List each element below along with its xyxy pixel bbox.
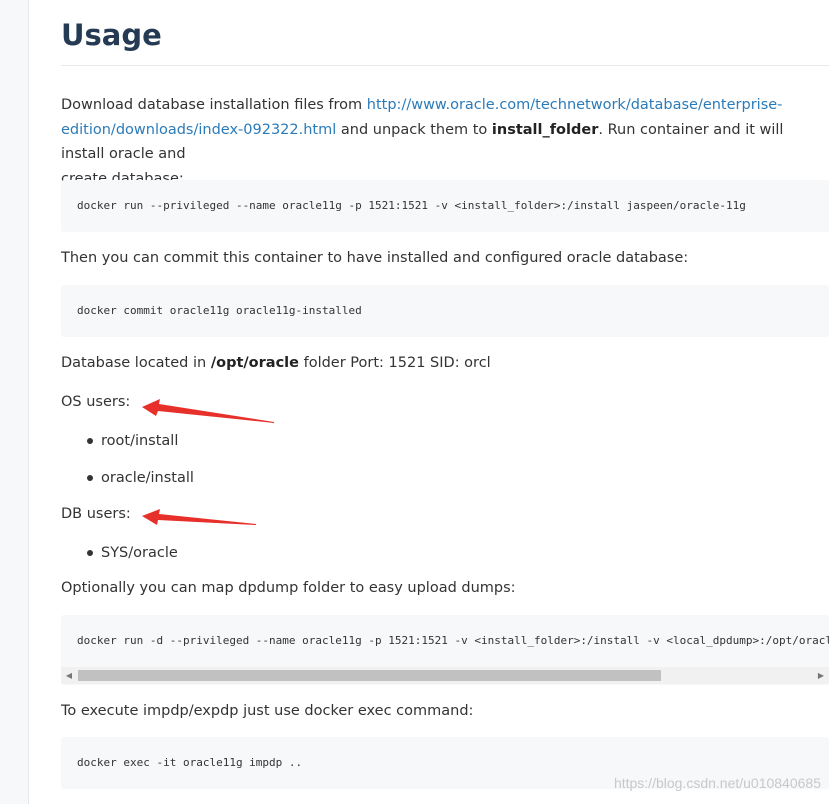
intro-text-mid: and unpack them to (336, 121, 492, 138)
scrollbar-thumb[interactable] (78, 670, 661, 681)
install-folder-bold: install_folder (491, 121, 599, 138)
left-gutter (0, 0, 29, 804)
watermark: https://blog.csdn.net/u010840685 (613, 775, 821, 791)
annotation-arrow-icon (142, 509, 256, 525)
intro-text: Download database installation files fro… (61, 97, 367, 113)
intro-paragraph: Download database installation files fro… (61, 93, 829, 191)
title-divider (61, 65, 829, 66)
opt-oracle-bold: /opt/oracle (210, 355, 299, 371)
location-paragraph: Database located in /opt/oracle folder P… (61, 355, 491, 371)
page-title: Usage (61, 18, 162, 52)
db-users-label: DB users: (61, 506, 131, 522)
annotation-arrow-icon (142, 399, 274, 423)
commit-paragraph: Then you can commit this container to ha… (61, 250, 689, 266)
code-dpdump: docker run -d --privileged --name oracle… (77, 634, 829, 647)
list-item: root/install (61, 431, 194, 468)
code-run: docker run --privileged --name oracle11g… (77, 199, 746, 212)
triangle-left-icon[interactable]: ◀ (61, 667, 77, 684)
list-item: oracle/install (61, 468, 194, 505)
os-users-list: root/install oracle/install (61, 431, 194, 505)
db-users-list: SYS/oracle (61, 543, 178, 580)
horizontal-scrollbar[interactable]: ◀ ▶ (61, 667, 829, 684)
code-block-dpdump: docker run -d --privileged --name oracle… (61, 615, 829, 685)
dpdump-paragraph: Optionally you can map dpdump folder to … (61, 580, 516, 596)
code-commit: docker commit oracle11g oracle11g-instal… (77, 304, 362, 317)
os-users-label: OS users: (61, 394, 131, 410)
triangle-right-icon[interactable]: ▶ (813, 667, 829, 684)
exec-paragraph: To execute impdp/expdp just use docker e… (61, 703, 474, 719)
code-block-commit: docker commit oracle11g oracle11g-instal… (61, 285, 829, 337)
code-block-run: docker run --privileged --name oracle11g… (61, 180, 829, 232)
list-item: SYS/oracle (61, 543, 178, 580)
